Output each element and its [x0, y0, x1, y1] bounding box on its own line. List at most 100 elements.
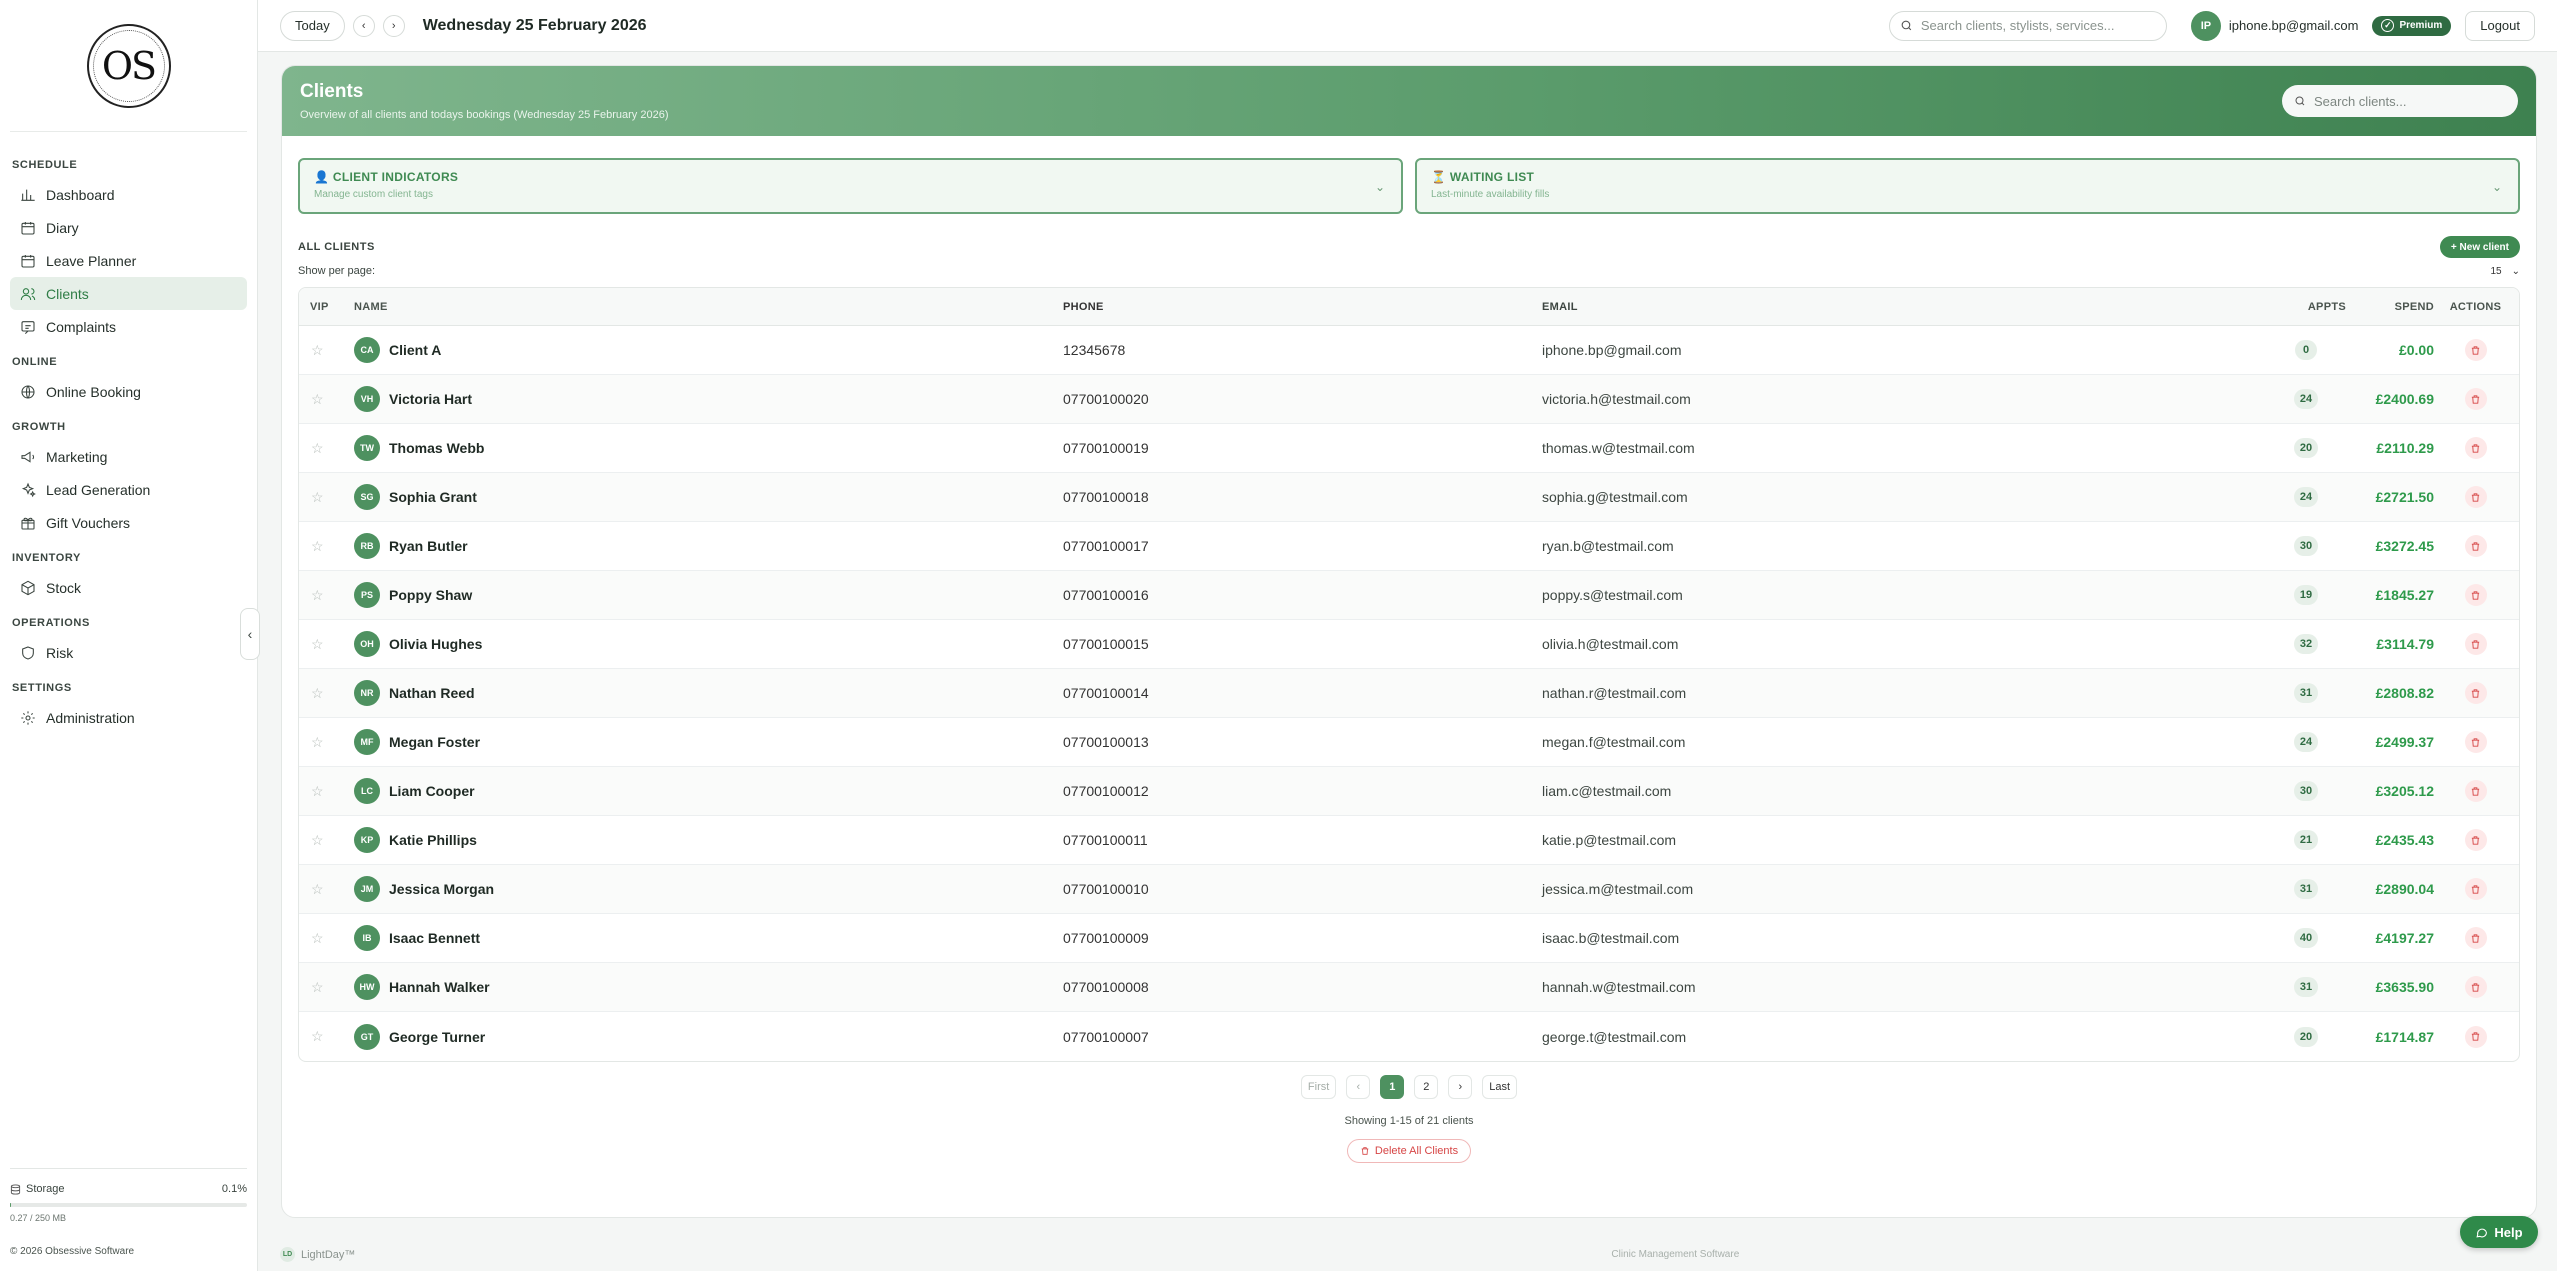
sidebar-item-marketing[interactable]: Marketing [10, 440, 247, 473]
client-name[interactable]: Thomas Webb [389, 440, 484, 456]
page-1-button[interactable]: 1 [1380, 1075, 1405, 1099]
sidebar-item-gift-vouchers[interactable]: Gift Vouchers [10, 506, 247, 539]
table-row[interactable]: ☆ PS Poppy Shaw 07700100016 poppy.s@test… [299, 571, 2519, 620]
delete-client-button[interactable] [2464, 829, 2487, 851]
help-button[interactable]: Help [2460, 1216, 2538, 1248]
user-menu[interactable]: IP iphone.bp@gmail.com [2190, 10, 2358, 41]
new-client-button[interactable]: + New client [2439, 236, 2520, 258]
sidebar-item-lead-generation[interactable]: Lead Generation [10, 473, 247, 506]
client-name[interactable]: Poppy Shaw [389, 587, 472, 603]
per-page-select[interactable]: 15 ⌄ [2490, 266, 2520, 277]
client-name[interactable]: Hannah Walker [389, 979, 490, 995]
client-name[interactable]: Jessica Morgan [389, 881, 494, 897]
col-name[interactable]: NAME [354, 301, 1063, 313]
prev-page-button[interactable]: ‹ [1346, 1075, 1371, 1099]
table-row[interactable]: ☆ HW Hannah Walker 07700100008 hannah.w@… [299, 963, 2519, 1012]
sidebar-item-online-booking[interactable]: Online Booking [10, 375, 247, 408]
table-row[interactable]: ☆ SG Sophia Grant 07700100018 sophia.g@t… [299, 473, 2519, 522]
delete-client-button[interactable] [2464, 976, 2487, 998]
table-row[interactable]: ☆ GT George Turner 07700100007 george.t@… [299, 1012, 2519, 1061]
client-name[interactable]: Olivia Hughes [389, 636, 482, 652]
delete-client-button[interactable] [2464, 731, 2487, 753]
delete-client-button[interactable] [2464, 633, 2487, 655]
sidebar-item-diary[interactable]: Diary [10, 211, 247, 244]
delete-client-button[interactable] [2464, 535, 2487, 557]
client-search-input[interactable]: Search clients... [2282, 85, 2518, 117]
prev-day-button[interactable]: ‹ [352, 14, 375, 37]
sidebar-item-leave-planner[interactable]: Leave Planner [10, 244, 247, 277]
delete-client-button[interactable] [2464, 878, 2487, 900]
table-row[interactable]: ☆ JM Jessica Morgan 07700100010 jessica.… [299, 865, 2519, 914]
client-indicators-panel[interactable]: 👤 CLIENT INDICATORS Manage custom client… [298, 158, 1403, 214]
last-page-button[interactable]: Last [1482, 1075, 1518, 1099]
table-row[interactable]: ☆ VH Victoria Hart 07700100020 victoria.… [299, 375, 2519, 424]
sidebar-collapse-button[interactable]: ‹ [240, 608, 260, 660]
client-name[interactable]: Sophia Grant [389, 489, 477, 505]
col-appts[interactable]: APPTS [2258, 301, 2354, 313]
page-title: Clients [300, 81, 364, 102]
delete-client-button[interactable] [2464, 682, 2487, 704]
table-row[interactable]: ☆ IB Isaac Bennett 07700100009 isaac.b@t… [299, 914, 2519, 963]
table-row[interactable]: ☆ MF Megan Foster 07700100013 megan.f@te… [299, 718, 2519, 767]
today-button[interactable]: Today [280, 10, 345, 41]
sidebar-item-administration[interactable]: Administration [10, 701, 247, 734]
sidebar-item-dashboard[interactable]: Dashboard [10, 178, 247, 211]
next-page-button[interactable]: › [1448, 1075, 1473, 1099]
table-row[interactable]: ☆ CA Client A 12345678 iphone.bp@gmail.c… [299, 326, 2519, 375]
star-icon[interactable]: ☆ [311, 783, 324, 799]
client-name[interactable]: Nathan Reed [389, 685, 475, 701]
delete-client-button[interactable] [2464, 1025, 2487, 1048]
delete-client-button[interactable] [2464, 339, 2487, 361]
table-row[interactable]: ☆ TW Thomas Webb 07700100019 thomas.w@te… [299, 424, 2519, 473]
star-icon[interactable]: ☆ [311, 489, 324, 505]
client-name[interactable]: Client A [389, 342, 441, 358]
delete-client-button[interactable] [2464, 486, 2487, 508]
client-name[interactable]: Katie Phillips [389, 832, 477, 848]
sidebar-item-risk[interactable]: Risk [10, 636, 247, 669]
client-name[interactable]: George Turner [389, 1029, 485, 1045]
star-icon[interactable]: ☆ [311, 832, 324, 848]
star-icon[interactable]: ☆ [311, 734, 324, 750]
brand-logo[interactable]: OS [86, 23, 171, 108]
star-icon[interactable]: ☆ [311, 1028, 324, 1044]
star-icon[interactable]: ☆ [311, 685, 324, 701]
page-2-button[interactable]: 2 [1414, 1075, 1439, 1099]
client-name[interactable]: Megan Foster [389, 734, 480, 750]
table-row[interactable]: ☆ RB Ryan Butler 07700100017 ryan.b@test… [299, 522, 2519, 571]
delete-all-clients-button[interactable]: Delete All Clients [1347, 1139, 1471, 1163]
sidebar-item-complaints[interactable]: Complaints [10, 310, 247, 343]
client-name[interactable]: Victoria Hart [389, 391, 472, 407]
star-icon[interactable]: ☆ [311, 881, 324, 897]
star-icon[interactable]: ☆ [311, 391, 324, 407]
delete-client-button[interactable] [2464, 780, 2487, 802]
delete-client-button[interactable] [2464, 388, 2487, 410]
col-spend[interactable]: SPEND [2354, 301, 2434, 313]
client-name[interactable]: Ryan Butler [389, 538, 468, 554]
logout-button[interactable]: Logout [2465, 10, 2535, 41]
client-name[interactable]: Isaac Bennett [389, 930, 480, 946]
chevron-down-icon: ⌄ [2511, 265, 2520, 277]
sidebar-item-stock[interactable]: Stock [10, 571, 247, 604]
client-name[interactable]: Liam Cooper [389, 783, 475, 799]
hourglass-icon: ⏳ [1431, 170, 1447, 184]
table-row[interactable]: ☆ NR Nathan Reed 07700100014 nathan.r@te… [299, 669, 2519, 718]
table-row[interactable]: ☆ KP Katie Phillips 07700100011 katie.p@… [299, 816, 2519, 865]
delete-client-button[interactable] [2464, 584, 2487, 606]
first-page-button[interactable]: First [1300, 1075, 1337, 1099]
star-icon[interactable]: ☆ [311, 636, 324, 652]
sidebar-item-clients[interactable]: Clients [10, 277, 247, 310]
star-icon[interactable]: ☆ [311, 930, 324, 946]
delete-client-button[interactable] [2464, 437, 2487, 459]
star-icon[interactable]: ☆ [311, 440, 324, 456]
table-row[interactable]: ☆ OH Olivia Hughes 07700100015 olivia.h@… [299, 620, 2519, 669]
globe-icon [21, 384, 35, 399]
star-icon[interactable]: ☆ [311, 587, 324, 603]
delete-client-button[interactable] [2464, 927, 2487, 949]
star-icon[interactable]: ☆ [311, 538, 324, 554]
star-icon[interactable]: ☆ [311, 979, 324, 995]
next-day-button[interactable]: › [382, 14, 405, 37]
waiting-list-panel[interactable]: ⏳ WAITING LIST Last-minute availability … [1415, 158, 2520, 214]
global-search-input[interactable]: Search clients, stylists, services... [1888, 10, 2167, 41]
table-row[interactable]: ☆ LC Liam Cooper 07700100012 liam.c@test… [299, 767, 2519, 816]
star-icon[interactable]: ☆ [311, 342, 324, 358]
